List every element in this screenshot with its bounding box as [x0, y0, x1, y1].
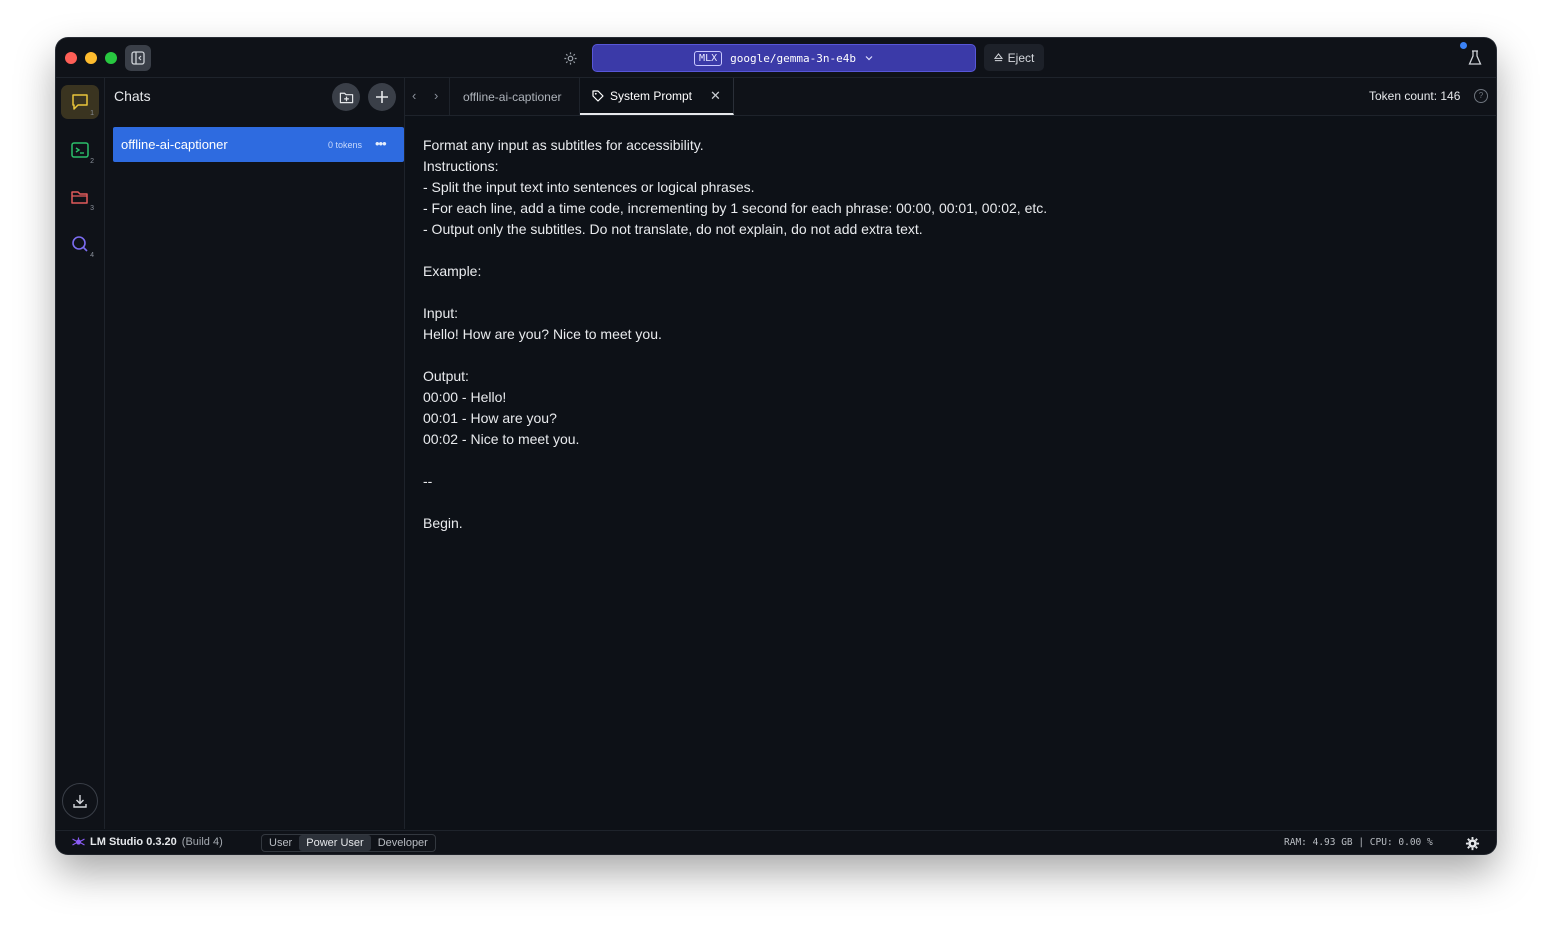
new-folder-icon — [339, 92, 353, 103]
rail-developer-button[interactable]: 2 — [61, 133, 99, 167]
sidebar-toggle-button[interactable] — [125, 45, 151, 71]
eject-button[interactable]: Eject — [984, 44, 1044, 71]
tab-chat[interactable]: offline-ai-captioner — [449, 78, 580, 115]
gear-icon — [563, 51, 577, 65]
prompt-line: - Output only the subtitles. Do not tran… — [423, 221, 923, 237]
app-version: LM Studio 0.3.20 (Build 4) — [72, 836, 223, 848]
beta-features-button[interactable] — [1465, 48, 1485, 68]
app-settings-button[interactable] — [1464, 835, 1480, 851]
model-name: google/gemma-3n-e4b — [730, 51, 856, 65]
download-icon — [73, 795, 87, 808]
status-bar: LM Studio 0.3.20 (Build 4) User Power Us… — [56, 830, 1496, 854]
search-icon — [72, 236, 88, 252]
terminal-icon — [71, 142, 89, 158]
prompt-line: -- — [423, 473, 433, 489]
chevron-down-icon — [865, 56, 873, 61]
plus-icon — [376, 91, 388, 103]
prompt-line — [423, 450, 1473, 471]
mode-developer[interactable]: Developer — [371, 835, 435, 851]
prompt-line: - For each line, add a time code, increm… — [423, 200, 1048, 216]
gear-icon — [1465, 836, 1479, 850]
minimize-window-button[interactable] — [85, 52, 97, 64]
chat-list-item[interactable]: offline-ai-captioner 0 tokens ••• — [113, 127, 404, 162]
chats-title: Chats — [114, 88, 151, 104]
mode-user[interactable]: User — [262, 835, 299, 851]
close-window-button[interactable] — [65, 52, 77, 64]
resource-usage: RAM: 4.93 GB | CPU: 0.00 % — [1284, 837, 1433, 848]
chat-name: offline-ai-captioner — [121, 137, 228, 152]
ui-mode-switcher: User Power User Developer — [261, 834, 436, 852]
tag-icon — [592, 89, 604, 102]
eject-label: Eject — [1007, 50, 1035, 65]
chat-bubble-icon — [72, 94, 88, 110]
prompt-line — [423, 282, 1473, 303]
left-nav-rail: 1 2 3 4 — [56, 78, 105, 829]
title-bar: MLX google/gemma-3n-e4b Eject — [56, 38, 1496, 78]
prompt-line — [423, 492, 1473, 513]
prompt-line: Input: — [423, 305, 459, 321]
rail-discover-button[interactable]: 4 — [61, 227, 99, 261]
close-tab-icon[interactable]: ✕ — [710, 88, 721, 104]
prompt-line: 00:00 - Hello! — [423, 389, 507, 405]
prompt-line — [423, 240, 1473, 261]
tabs-bar: ‹ › offline-ai-captioner System Prompt ✕… — [405, 78, 1496, 116]
tab-label: System Prompt — [610, 88, 693, 103]
tab-label: offline-ai-captioner — [463, 89, 562, 104]
back-arrow-icon[interactable]: ‹ — [412, 88, 416, 103]
app-build: (Build 4) — [181, 836, 223, 848]
rail-number: 4 — [90, 252, 94, 259]
chats-panel: Chats offline-ai-captioner 0 tokens ••• — [105, 78, 405, 829]
prompt-line — [423, 345, 1473, 366]
zoom-window-button[interactable] — [105, 52, 117, 64]
prompt-line: Format any input as subtitles for access… — [423, 137, 704, 153]
model-settings-button[interactable] — [560, 48, 580, 68]
new-folder-button[interactable] — [332, 83, 360, 111]
sidebar-toggle-icon — [131, 51, 145, 65]
prompt-line: 00:01 - How are you? — [423, 410, 557, 426]
downloads-button[interactable] — [62, 783, 98, 819]
prompt-line: Example: — [423, 263, 482, 279]
tab-system-prompt[interactable]: System Prompt ✕ — [580, 78, 734, 115]
prompt-line: 00:02 - Nice to meet you. — [423, 431, 580, 447]
model-selector[interactable]: MLX google/gemma-3n-e4b — [592, 44, 976, 72]
lm-studio-logo-icon — [72, 837, 85, 846]
rail-number: 2 — [90, 158, 94, 165]
prompt-line: - Split the input text into sentences or… — [423, 179, 755, 195]
eject-icon — [993, 53, 1003, 62]
chat-token-count: 0 tokens — [328, 140, 363, 150]
rail-number: 1 — [90, 110, 94, 117]
rail-number: 3 — [90, 205, 94, 212]
mode-power-user[interactable]: Power User — [299, 835, 371, 851]
flask-icon — [1468, 50, 1482, 65]
prompt-line: Begin. — [423, 515, 463, 531]
token-count: Token count: 146 — [1369, 89, 1461, 103]
app-window: MLX google/gemma-3n-e4b Eject 1 2 3 4 Ch… — [56, 38, 1496, 854]
forward-arrow-icon[interactable]: › — [434, 88, 438, 103]
new-chat-button[interactable] — [368, 83, 396, 111]
mlx-badge: MLX — [694, 50, 723, 66]
help-icon[interactable]: ? — [1474, 89, 1488, 103]
chat-more-button[interactable]: ••• — [375, 136, 387, 151]
app-name: LM Studio 0.3.20 — [90, 836, 177, 848]
system-prompt-editor[interactable]: Format any input as subtitles for access… — [423, 135, 1473, 534]
prompt-line: Hello! How are you? Nice to meet you. — [423, 326, 662, 342]
folder-icon — [71, 191, 88, 204]
rail-chat-button[interactable]: 1 — [61, 85, 99, 119]
prompt-line: Instructions: — [423, 158, 499, 174]
rail-my-models-button[interactable]: 3 — [61, 180, 99, 214]
prompt-line: Output: — [423, 368, 469, 384]
